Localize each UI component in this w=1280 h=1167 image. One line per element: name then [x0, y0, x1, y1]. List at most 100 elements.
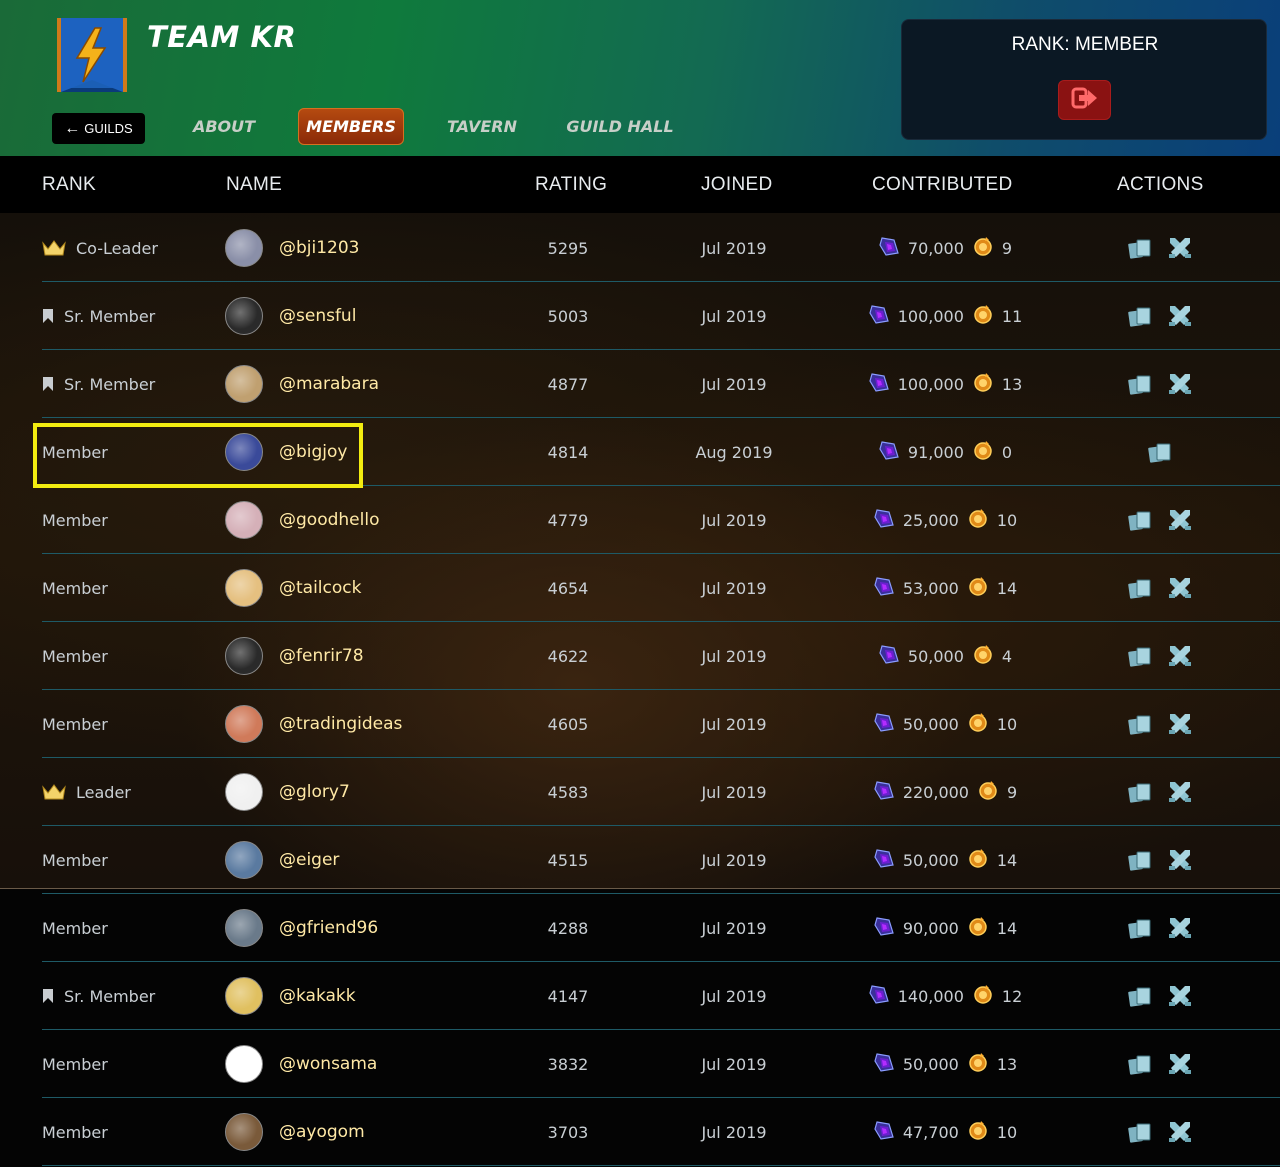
rank-panel: RANK: MEMBER: [901, 19, 1267, 140]
battle-icon[interactable]: [1167, 915, 1193, 941]
battle-icon[interactable]: [1167, 507, 1193, 533]
actions-cell: [1120, 554, 1200, 622]
battle-icon[interactable]: [1167, 303, 1193, 329]
column-header-joined[interactable]: JOINED: [701, 156, 772, 213]
member-row[interactable]: Member @tradingideas 4605 Jul 2019 50,00…: [0, 690, 1280, 758]
battle-icon[interactable]: [1167, 575, 1193, 601]
cards-icon[interactable]: [1127, 373, 1153, 395]
contributed-cell: 70,000 9: [850, 214, 1040, 282]
member-row[interactable]: Member @wonsama 3832 Jul 2019 50,000 13: [0, 1030, 1280, 1098]
member-row[interactable]: Member @fenrir78 4622 Jul 2019 50,000 4: [0, 622, 1280, 690]
contributed-gems: 91,000: [907, 442, 964, 462]
contributed-gems: 25,000: [902, 510, 959, 530]
member-name[interactable]: @wonsama: [279, 1054, 377, 1074]
battle-icon[interactable]: [1167, 235, 1193, 261]
rank-display: RANK: MEMBER: [902, 34, 1268, 56]
member-rank: Member: [42, 1122, 108, 1142]
cards-icon[interactable]: [1127, 1053, 1153, 1075]
column-header-contributed[interactable]: CONTRIBUTED: [872, 156, 1013, 213]
member-name[interactable]: @eiger: [279, 850, 339, 870]
member-name[interactable]: @glory7: [279, 782, 350, 802]
cards-icon[interactable]: [1127, 509, 1153, 531]
cards-icon[interactable]: [1147, 441, 1173, 463]
avatar[interactable]: [225, 705, 263, 743]
avatar[interactable]: [225, 501, 263, 539]
contributed-cell: 47,700 10: [850, 1098, 1040, 1166]
column-header-rank[interactable]: RANK: [42, 156, 96, 213]
cards-icon[interactable]: [1127, 1121, 1153, 1143]
coin-icon: [967, 507, 989, 533]
avatar[interactable]: [225, 773, 263, 811]
cards-icon[interactable]: [1127, 713, 1153, 735]
cards-icon[interactable]: [1127, 577, 1153, 599]
member-name[interactable]: @tailcock: [279, 578, 361, 598]
member-name[interactable]: @tradingideas: [279, 714, 402, 734]
row-divider: [42, 1165, 1280, 1166]
crown-icon: [42, 784, 66, 800]
name-cell: @tailcock: [225, 554, 361, 622]
member-rating: 4779: [547, 510, 589, 530]
member-name[interactable]: @bji1203: [279, 238, 360, 258]
member-row[interactable]: Member @eiger 4515 Jul 2019 50,000 14: [0, 826, 1280, 894]
member-row[interactable]: Sr. Member @sensful 5003 Jul 2019 100,00…: [0, 282, 1280, 350]
member-rating: 4877: [547, 374, 589, 394]
member-row[interactable]: Co-Leader @bji1203 5295 Jul 2019 70,000 …: [0, 214, 1280, 282]
member-name[interactable]: @ayogom: [279, 1122, 365, 1142]
back-to-guilds-button[interactable]: ← GUILDS: [52, 113, 145, 144]
column-header-rating[interactable]: RATING: [535, 156, 607, 213]
tab-members[interactable]: MEMBERS: [298, 108, 404, 145]
member-name[interactable]: @gfriend96: [279, 918, 378, 938]
battle-icon[interactable]: [1167, 643, 1193, 669]
cards-icon[interactable]: [1127, 917, 1153, 939]
cards-icon[interactable]: [1127, 849, 1153, 871]
avatar[interactable]: [225, 637, 263, 675]
cards-icon[interactable]: [1127, 305, 1153, 327]
avatar[interactable]: [225, 569, 263, 607]
avatar[interactable]: [225, 1045, 263, 1083]
cards-icon[interactable]: [1127, 985, 1153, 1007]
cards-icon[interactable]: [1127, 237, 1153, 259]
avatar[interactable]: [225, 977, 263, 1015]
tab-about[interactable]: ABOUT: [183, 108, 265, 145]
battle-icon[interactable]: [1167, 983, 1193, 1009]
tab-guild-hall[interactable]: GUILD HALL: [566, 108, 674, 145]
name-cell: @gfriend96: [225, 894, 378, 962]
member-name[interactable]: @sensful: [279, 306, 356, 326]
tab-tavern[interactable]: TAVERN: [441, 108, 523, 145]
gem-icon: [873, 507, 895, 533]
rank-cell: Member: [42, 622, 108, 690]
member-name[interactable]: @kakakk: [279, 986, 356, 1006]
member-row[interactable]: Leader @glory7 4583 Jul 2019 220,000 9: [0, 758, 1280, 826]
battle-icon[interactable]: [1167, 1119, 1193, 1145]
column-header-name[interactable]: NAME: [226, 156, 282, 213]
leave-guild-button[interactable]: [1058, 80, 1111, 120]
actions-cell: [1120, 1030, 1200, 1098]
avatar[interactable]: [225, 909, 263, 947]
guild-header: TEAM KR ← GUILDS ABOUT MEMBERS TAVERN GU…: [0, 0, 1280, 156]
name-cell: @ayogom: [225, 1098, 365, 1166]
member-row[interactable]: Member @tailcock 4654 Jul 2019 53,000 14: [0, 554, 1280, 622]
avatar[interactable]: [225, 841, 263, 879]
member-row[interactable]: Sr. Member @kakakk 4147 Jul 2019 140,000…: [0, 962, 1280, 1030]
member-name[interactable]: @marabara: [279, 374, 379, 394]
battle-icon[interactable]: [1167, 847, 1193, 873]
member-row[interactable]: Sr. Member @marabara 4877 Jul 2019 100,0…: [0, 350, 1280, 418]
avatar[interactable]: [225, 1113, 263, 1151]
avatar[interactable]: [225, 229, 263, 267]
member-name[interactable]: @fenrir78: [279, 646, 364, 666]
cards-icon[interactable]: [1127, 645, 1153, 667]
battle-icon[interactable]: [1167, 779, 1193, 805]
contributed-cell: 100,000 13: [850, 350, 1040, 418]
member-row[interactable]: Member @ayogom 3703 Jul 2019 47,700 10: [0, 1098, 1280, 1166]
member-joined: Jul 2019: [701, 578, 767, 598]
battle-icon[interactable]: [1167, 1051, 1193, 1077]
cards-icon[interactable]: [1127, 781, 1153, 803]
avatar[interactable]: [225, 365, 263, 403]
member-row[interactable]: Member @gfriend96 4288 Jul 2019 90,000 1…: [0, 894, 1280, 962]
member-name[interactable]: @goodhello: [279, 510, 379, 530]
member-row[interactable]: Member @goodhello 4779 Jul 2019 25,000 1…: [0, 486, 1280, 554]
name-cell: @eiger: [225, 826, 339, 894]
battle-icon[interactable]: [1167, 371, 1193, 397]
avatar[interactable]: [225, 297, 263, 335]
battle-icon[interactable]: [1167, 711, 1193, 737]
